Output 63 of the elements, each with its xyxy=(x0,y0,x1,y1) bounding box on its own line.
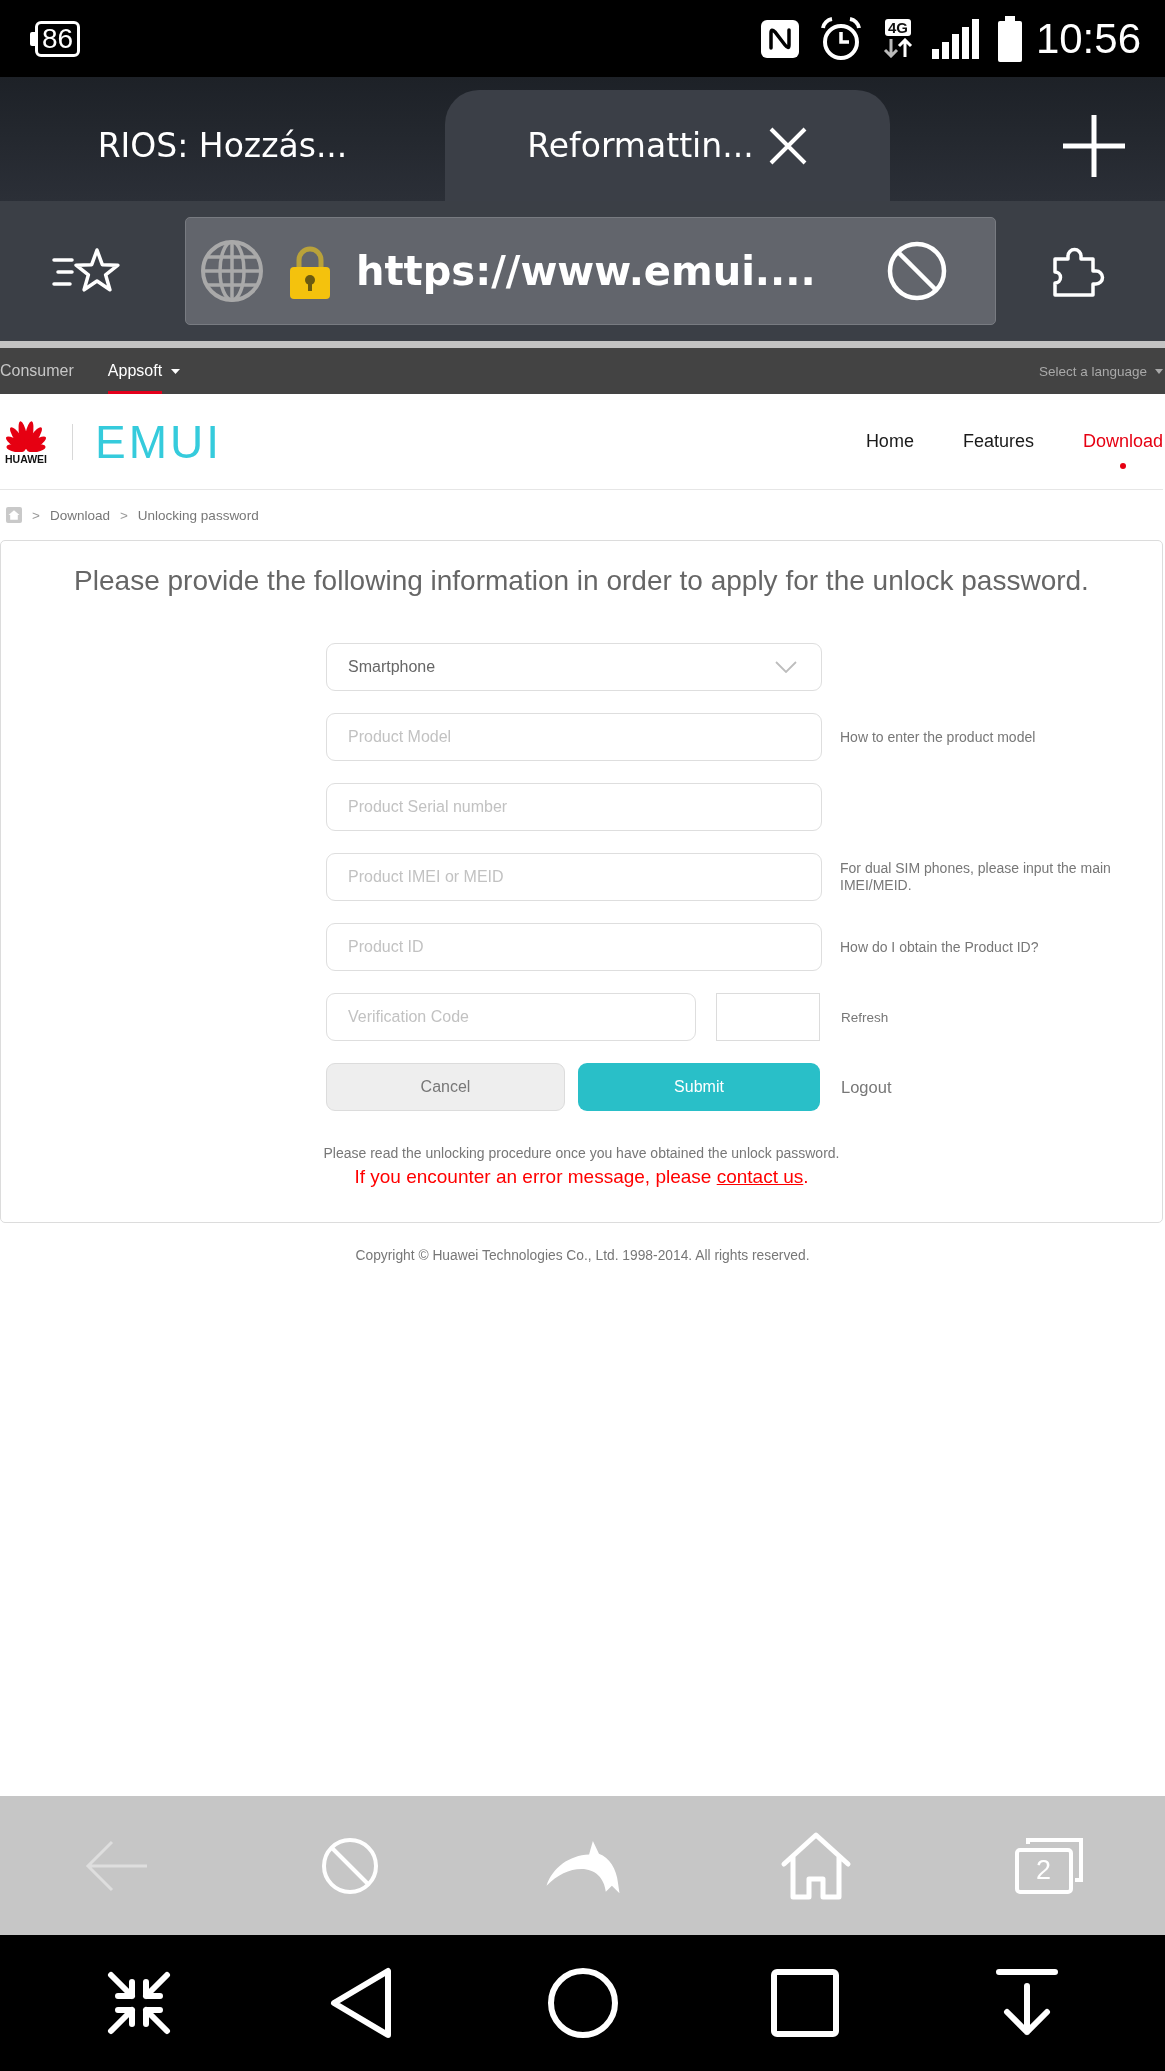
new-tab-button[interactable] xyxy=(1061,113,1127,179)
chevron-down-icon xyxy=(775,661,797,673)
device-type-select[interactable]: Smartphone xyxy=(326,643,822,691)
signal-strength-icon xyxy=(931,18,980,59)
text-field[interactable]: Product Serial number xyxy=(326,783,822,831)
data-arrows-icon xyxy=(881,38,914,58)
battery-level-indicator: 86 xyxy=(30,20,81,57)
language-select[interactable]: Select a language xyxy=(1038,348,1165,394)
main-nav-link[interactable]: Features xyxy=(962,431,1034,452)
plus-icon xyxy=(1063,115,1125,177)
caret-icon xyxy=(1155,368,1163,374)
field-hint: How to enter the product model xyxy=(840,728,1037,746)
nav-home-button[interactable] xyxy=(546,1967,619,2039)
square-recents-icon xyxy=(770,1969,839,2037)
text-field[interactable]: Product IMEI or MEID xyxy=(326,853,822,901)
stop-icon xyxy=(887,241,947,301)
breadcrumb-link[interactable]: Download xyxy=(49,507,110,523)
field-hint: How do I obtain the Product ID? xyxy=(840,938,1040,956)
home-icon xyxy=(779,1829,852,1902)
site-nav-tab[interactable]: Appsoft xyxy=(107,348,181,394)
text-field[interactable]: Product Model xyxy=(326,713,822,761)
breadcrumb-current: Unlocking password xyxy=(137,507,259,523)
procedure-note: Please read the unlocking procedure once you have obtained the unlock password. xyxy=(322,1144,841,1162)
close-icon xyxy=(767,125,808,166)
breadcrumb-separator: > xyxy=(32,507,40,523)
browser-tab[interactable]: Reformattin... xyxy=(445,90,890,201)
stacked-windows-icon xyxy=(1012,1835,1085,1896)
battery-icon xyxy=(997,15,1022,62)
text-field[interactable]: Product ID xyxy=(326,923,822,971)
star-list-icon xyxy=(52,247,122,295)
nfc-icon xyxy=(759,18,800,59)
logout-link[interactable]: Logout xyxy=(841,1077,892,1097)
site-nav-tab[interactable]: Consumer xyxy=(0,348,74,394)
main-nav-link[interactable]: Download xyxy=(1082,431,1163,452)
circle-home-icon xyxy=(546,1967,619,2039)
address-field[interactable]: https://www.emui.... xyxy=(185,217,996,325)
product-logo: EMUI xyxy=(95,416,222,467)
copyright-text: Copyright © Huawei Technologies Co., Ltd. 1998-2014. All rights reserved. xyxy=(354,1247,811,1264)
nav-back-button[interactable] xyxy=(328,1967,393,2039)
stop-loading-button[interactable] xyxy=(887,241,947,301)
recent-apps-button[interactable] xyxy=(770,1969,839,2037)
active-dot-icon xyxy=(1119,463,1126,469)
refresh-link[interactable]: Refresh xyxy=(841,1009,889,1025)
main-nav-link[interactable]: Home xyxy=(865,431,914,452)
shrink-arrows-icon xyxy=(105,1970,172,2036)
shrink-button[interactable] xyxy=(105,1970,172,2036)
field-hint: For dual SIM phones, please input the main IMEI/MEID. xyxy=(840,860,1112,894)
error-contact-note: If you encounter an error message, please contact us. xyxy=(353,1165,810,1188)
verification-code-field[interactable]: Verification Code xyxy=(326,993,696,1041)
stop-icon xyxy=(320,1836,379,1895)
cancel-button[interactable]: Cancel xyxy=(326,1063,565,1111)
browser-tab[interactable]: RIOS: Hozzás... xyxy=(0,90,445,201)
network-type-label: 4G xyxy=(884,19,911,36)
form-heading: Please provide the following information in order to apply for the unlock password. xyxy=(73,565,1090,597)
down-arrow-bar-icon xyxy=(994,1968,1059,2038)
bookmarks-button[interactable] xyxy=(52,247,122,295)
notification-pull-button[interactable] xyxy=(994,1968,1059,2038)
brand-logo[interactable]: HUAWEI xyxy=(0,418,52,465)
clock-time: 10:56 xyxy=(1035,14,1141,63)
triangle-back-icon xyxy=(328,1967,393,2039)
contact-us-link[interactable]: contact us xyxy=(716,1166,804,1187)
breadcrumb-separator: > xyxy=(119,507,128,523)
globe-icon xyxy=(200,239,264,303)
